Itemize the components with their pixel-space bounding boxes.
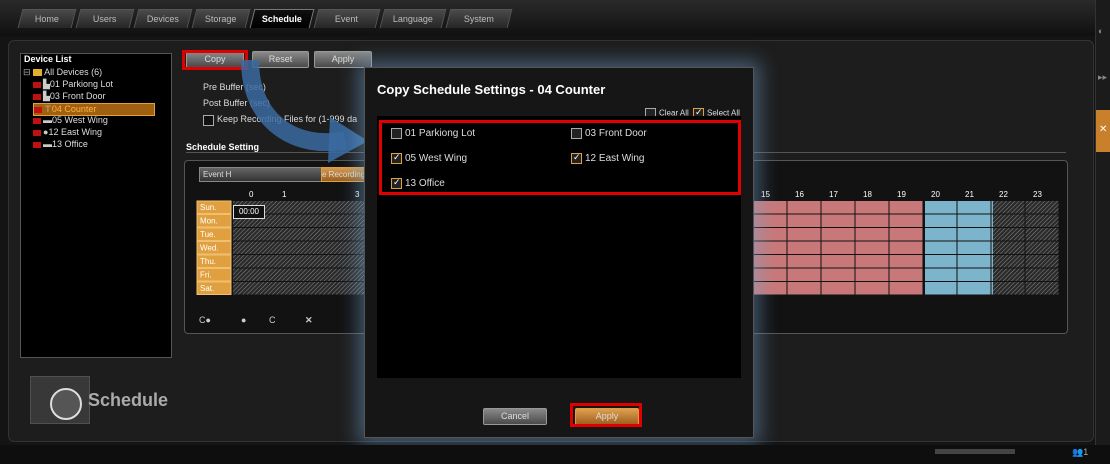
hour-label: 20 bbox=[931, 190, 940, 199]
users-icon: 👥1 bbox=[1072, 447, 1089, 457]
schedule-cells[interactable] bbox=[925, 201, 993, 214]
camera-icon: ▬ bbox=[43, 139, 52, 149]
tools-panel-tab[interactable]: ✕ bbox=[1096, 110, 1110, 152]
schedule-cells[interactable] bbox=[753, 201, 923, 214]
schedule-cells[interactable] bbox=[925, 214, 993, 228]
tab-event[interactable]: Event bbox=[313, 9, 381, 28]
day-label: Mon. bbox=[200, 217, 218, 226]
schedule-cells[interactable] bbox=[925, 241, 993, 255]
schedule-cells[interactable] bbox=[753, 228, 923, 241]
camera-icon: ▙ bbox=[43, 91, 50, 101]
schedule-cells[interactable] bbox=[993, 214, 1059, 228]
schedule-cells[interactable] bbox=[993, 241, 1059, 255]
rec-icon bbox=[33, 93, 41, 100]
hour-label: 1 bbox=[282, 190, 287, 199]
schedule-cells[interactable] bbox=[993, 268, 1059, 282]
wrench-icon: ✕ bbox=[1099, 124, 1108, 135]
device-item-01[interactable]: ▙01 Parkiong Lot bbox=[33, 79, 113, 90]
clear-icon[interactable]: ✕ bbox=[305, 315, 313, 326]
tab-language[interactable]: Language bbox=[379, 9, 447, 28]
collapse-icon[interactable]: ◐ bbox=[1098, 26, 1103, 36]
mode-icon-both[interactable]: C● bbox=[199, 315, 211, 325]
device-list-header: Device List bbox=[24, 54, 72, 64]
device-item-03[interactable]: ▙03 Front Door bbox=[33, 91, 105, 102]
event-cells[interactable] bbox=[233, 241, 365, 255]
hour-label: 17 bbox=[829, 190, 838, 199]
status-bar: 👥1 bbox=[0, 445, 1110, 464]
mode-icon-event[interactable]: C bbox=[269, 315, 276, 325]
schedule-cells[interactable] bbox=[753, 268, 923, 282]
top-navigation-bar: Home Users Devices Storage Schedule Even… bbox=[0, 0, 1110, 36]
rec-icon bbox=[33, 141, 41, 148]
device-selection-highlight bbox=[379, 120, 741, 195]
keep-files-checkbox[interactable] bbox=[203, 115, 214, 126]
schedule-cells[interactable] bbox=[753, 214, 923, 228]
device-tree-root[interactable]: ⊟ All Devices (6) bbox=[23, 67, 102, 78]
tree-collapse-icon[interactable]: ⊟ bbox=[23, 67, 31, 77]
tab-system[interactable]: System bbox=[445, 9, 513, 28]
schedule-cells[interactable] bbox=[753, 241, 923, 255]
schedule-cells[interactable] bbox=[753, 282, 923, 295]
dialog-cancel-button[interactable]: Cancel bbox=[483, 408, 547, 425]
event-cells[interactable] bbox=[233, 255, 365, 268]
camera-icon: ▙ bbox=[43, 79, 50, 89]
schedule-cells[interactable] bbox=[753, 255, 923, 268]
folder-icon bbox=[33, 69, 43, 77]
clock-icon bbox=[50, 388, 82, 420]
device-list-panel: Device List ⊟ All Devices (6) ▙01 Parkio… bbox=[20, 53, 172, 358]
rec-icon bbox=[34, 106, 42, 113]
hour-label: 21 bbox=[965, 190, 974, 199]
day-label: Sun. bbox=[200, 203, 216, 212]
right-side-strip: ◐ ▸▸ ✕ bbox=[1095, 0, 1110, 464]
rec-icon bbox=[33, 81, 41, 88]
tab-home[interactable]: Home bbox=[17, 9, 77, 28]
copy-schedule-dialog: Copy Schedule Settings - 04 Counter Clea… bbox=[364, 67, 754, 438]
hour-label: 15 bbox=[761, 190, 770, 199]
main-tabs: Home Users Devices Storage Schedule Even… bbox=[17, 9, 514, 28]
schedule-cells[interactable] bbox=[993, 201, 1059, 214]
hour-label: 3 bbox=[355, 190, 360, 199]
camera-icon: ⊤ bbox=[44, 104, 52, 114]
schedule-cells[interactable] bbox=[993, 255, 1059, 268]
hour-label: 18 bbox=[863, 190, 872, 199]
event-cells[interactable] bbox=[233, 268, 365, 282]
hour-label: 23 bbox=[1033, 190, 1042, 199]
tab-schedule[interactable]: Schedule bbox=[249, 9, 315, 28]
time-tooltip: 00:00 bbox=[233, 205, 265, 219]
event-cells[interactable] bbox=[233, 282, 365, 295]
schedule-cells[interactable] bbox=[925, 255, 993, 268]
rec-icon bbox=[33, 117, 41, 124]
dialog-title: Copy Schedule Settings - 04 Counter bbox=[377, 82, 606, 97]
schedule-cells[interactable] bbox=[925, 282, 993, 295]
hour-label: 22 bbox=[999, 190, 1008, 199]
tab-users[interactable]: Users bbox=[75, 9, 135, 28]
tab-devices[interactable]: Devices bbox=[133, 9, 193, 28]
rec-icon bbox=[33, 129, 41, 136]
device-item-05[interactable]: ▬05 West Wing bbox=[33, 115, 108, 126]
curved-arrow-icon bbox=[241, 59, 368, 163]
day-label: Wed. bbox=[200, 244, 219, 253]
day-label: Thu. bbox=[200, 257, 216, 266]
day-label: Fri. bbox=[200, 271, 212, 280]
event-cells[interactable] bbox=[233, 228, 365, 241]
device-item-12[interactable]: ●12 East Wing bbox=[33, 127, 102, 138]
tab-storage[interactable]: Storage bbox=[191, 9, 251, 28]
schedule-logo: Schedule bbox=[30, 376, 170, 426]
apply-highlight bbox=[570, 403, 642, 427]
hour-label: 16 bbox=[795, 190, 804, 199]
day-label: Tue. bbox=[200, 230, 216, 239]
schedule-cells[interactable] bbox=[993, 282, 1059, 295]
hour-label: 19 bbox=[897, 190, 906, 199]
schedule-cells[interactable] bbox=[993, 228, 1059, 241]
schedule-cells[interactable] bbox=[925, 268, 993, 282]
volume-slider[interactable] bbox=[935, 449, 1015, 454]
schedule-cells[interactable] bbox=[925, 228, 993, 241]
hour-label: 0 bbox=[249, 190, 254, 199]
expand-arrow-icon[interactable]: ▸▸ bbox=[1098, 72, 1107, 83]
day-label: Sat. bbox=[200, 284, 214, 293]
mode-icon-record[interactable]: ● bbox=[241, 315, 246, 325]
camera-icon: ▬ bbox=[43, 115, 52, 125]
device-item-13[interactable]: ▬13 Office bbox=[33, 139, 88, 150]
